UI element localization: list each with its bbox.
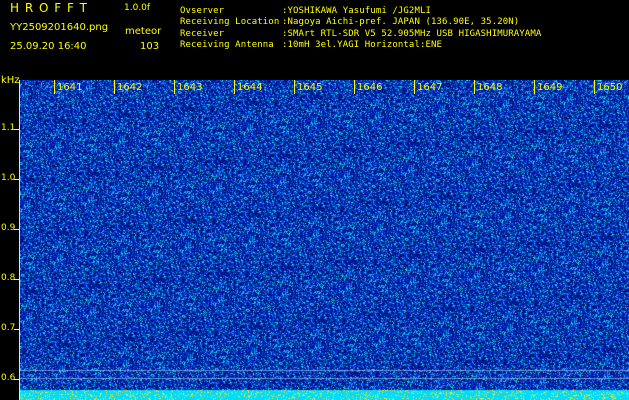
- mode-label: meteor: [125, 26, 162, 37]
- info-key-antenna: Receiving Antenna: [180, 40, 274, 50]
- y-tick-label: 1.1: [1, 123, 16, 133]
- x-tick-label: 1649: [537, 82, 563, 93]
- spectrogram: [20, 80, 629, 400]
- info-value-location: :Nagoya Aichi-pref. JAPAN (136.90E, 35.2…: [282, 17, 520, 27]
- info-value-antenna: :10mH 3el.YAGI Horizontal:ENE: [282, 40, 443, 50]
- x-tick-mark: [534, 80, 535, 94]
- x-tick-label: 1650: [597, 82, 623, 93]
- x-tick-mark: [474, 80, 475, 94]
- filename-label: YY2509201640.png: [10, 22, 109, 33]
- info-value-observer: :YOSHIKAWA Yasufumi /JG2MLI: [282, 6, 431, 16]
- info-key-receiver: Receiver: [180, 29, 225, 39]
- info-key-observer: Ovserver: [180, 6, 225, 16]
- x-tick-mark: [114, 80, 115, 94]
- y-tick-mark: [14, 329, 20, 330]
- x-tick-label: 1643: [177, 82, 203, 93]
- x-tick-mark: [54, 80, 55, 94]
- y-tick-mark: [14, 179, 20, 180]
- y-tick-label: 0.9: [1, 223, 16, 233]
- x-tick-mark: [354, 80, 355, 94]
- x-tick-mark: [234, 80, 235, 94]
- datetime-label: 25.09.20 16:40: [10, 41, 87, 52]
- x-tick-label: 1648: [477, 82, 503, 93]
- y-tick-mark: [14, 379, 20, 380]
- x-tick-label: 1641: [57, 82, 83, 93]
- info-key-location: Receiving Location: [180, 17, 280, 27]
- app-logo: H R O F F T: [10, 1, 89, 15]
- count-label: 103: [140, 41, 160, 52]
- spectrogram-noise: [20, 80, 629, 400]
- x-tick-mark: [174, 80, 175, 94]
- x-tick-label: 1644: [237, 82, 263, 93]
- y-tick-label: 0.7: [1, 323, 16, 333]
- y-tick-mark: [14, 129, 20, 130]
- y-tick-label: 1.0: [1, 173, 16, 183]
- x-tick-mark: [414, 80, 415, 94]
- version-label: 1.0.0f: [124, 3, 151, 13]
- x-tick-label: 1647: [417, 82, 443, 93]
- x-tick-label: 1645: [297, 82, 323, 93]
- info-value-receiver: :SMArt RTL-SDR V5 52.905MHz USB HIGASHIM…: [282, 29, 542, 39]
- x-tick-label: 1642: [117, 82, 143, 93]
- x-tick-mark: [294, 80, 295, 94]
- y-tick-label: 0.8: [1, 273, 16, 283]
- x-tick-label: 1646: [357, 82, 383, 93]
- y-axis-line: [19, 80, 20, 400]
- y-axis-unit: kHz: [1, 75, 20, 86]
- y-tick-label: 0.6: [1, 373, 16, 383]
- y-tick-mark: [14, 279, 20, 280]
- x-tick-mark: [594, 80, 595, 94]
- y-tick-mark: [14, 229, 20, 230]
